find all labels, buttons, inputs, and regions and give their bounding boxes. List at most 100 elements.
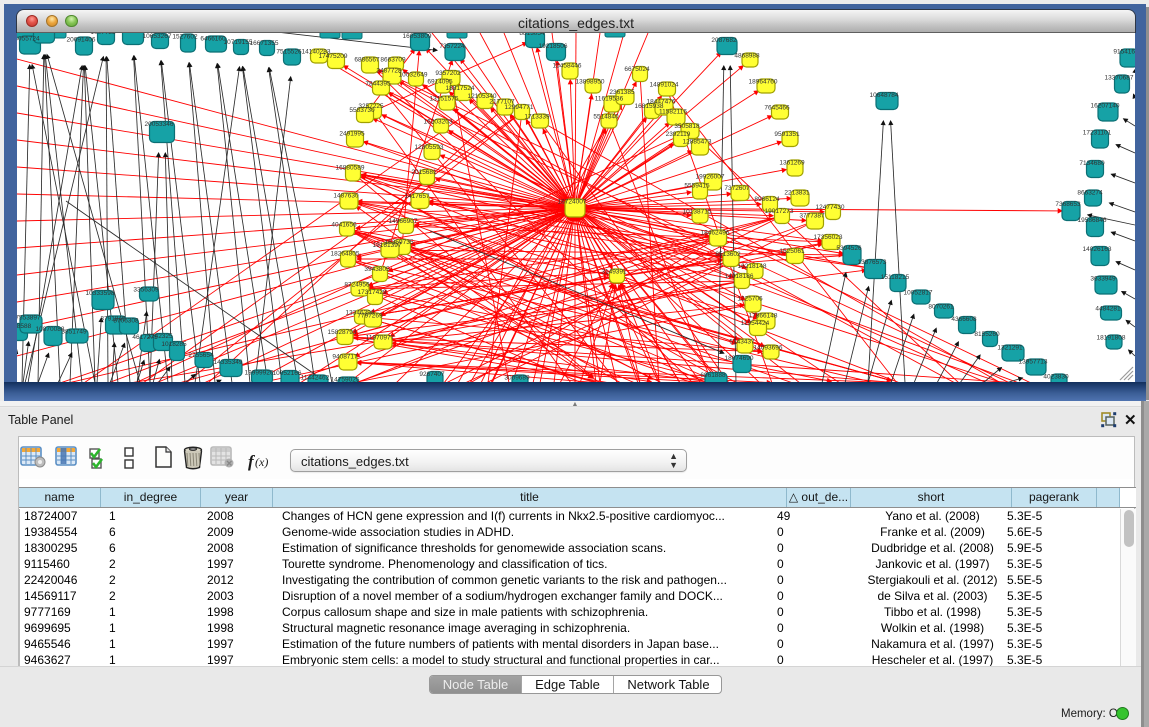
svg-text:18964760: 18964760: [749, 79, 778, 86]
svg-text:5559415: 5559415: [684, 183, 710, 190]
svg-text:17356023: 17356023: [814, 234, 843, 241]
svg-text:10719155: 10719155: [224, 39, 253, 46]
svg-text:7645466: 7645466: [764, 105, 790, 112]
svg-text:9591351: 9591351: [774, 131, 800, 138]
svg-text:6886567: 6886567: [354, 57, 380, 64]
svg-text:15118215: 15118215: [881, 274, 910, 281]
svg-text:2380557: 2380557: [28, 33, 54, 34]
svg-text:11970977: 11970977: [366, 335, 395, 342]
svg-text:18074690: 18074690: [725, 355, 754, 362]
svg-text:14891024: 14891024: [650, 82, 679, 89]
svg-text:4041656: 4041656: [331, 222, 357, 229]
svg-text:19999920: 19999920: [245, 370, 274, 377]
svg-text:(x): (x): [255, 455, 268, 469]
svg-text:9267407: 9267407: [419, 371, 445, 378]
svg-text:12994771: 12994771: [505, 104, 534, 111]
svg-text:7515526: 7515526: [276, 49, 302, 56]
svg-text:1527602: 1527602: [172, 34, 198, 41]
svg-text:2361385: 2361385: [609, 89, 635, 96]
svg-text:13370687: 13370687: [1105, 75, 1134, 82]
svg-text:18447476: 18447476: [647, 99, 676, 106]
svg-text:17475209: 17475209: [319, 53, 348, 60]
svg-text:5394526: 5394526: [836, 245, 862, 252]
svg-text:10138715: 10138715: [683, 209, 712, 216]
svg-text:11619536: 11619536: [595, 96, 624, 103]
svg-text:15828793: 15828793: [328, 329, 357, 336]
svg-text:3356309: 3356309: [133, 287, 159, 294]
svg-text:17866148: 17866148: [749, 313, 778, 320]
svg-text:5583730: 5583730: [349, 107, 375, 114]
svg-text:19926007: 19926007: [696, 174, 725, 181]
svg-text:2015681: 2015681: [411, 169, 437, 176]
svg-text:6961888: 6961888: [700, 372, 726, 379]
svg-text:20691406: 20691406: [67, 37, 96, 44]
svg-text:3009689: 3009689: [504, 375, 530, 382]
svg-text:17231101: 17231101: [1083, 130, 1112, 137]
svg-text:3633949: 3633949: [1090, 276, 1116, 283]
svg-text:10648784: 10648784: [870, 92, 899, 99]
svg-text:3943805: 3943805: [364, 266, 390, 273]
svg-text:1321291: 1321291: [997, 345, 1023, 352]
svg-text:14335349: 14335349: [214, 359, 243, 366]
svg-text:7357224: 7357224: [439, 43, 465, 50]
svg-text:2755654: 2755654: [188, 352, 214, 359]
svg-text:8966124: 8966124: [754, 196, 780, 203]
svg-text:2087682: 2087682: [711, 37, 737, 44]
svg-text:7553897: 7553897: [17, 315, 41, 322]
svg-text:8663709: 8663709: [380, 57, 406, 64]
svg-text:8070261: 8070261: [928, 304, 954, 311]
svg-text:7372607: 7372607: [724, 185, 750, 192]
svg-text:9357202: 9357202: [435, 70, 461, 77]
svg-text:11948588: 11948588: [17, 323, 32, 330]
svg-text:14018186: 14018186: [725, 273, 754, 280]
svg-text:19586846: 19586846: [1078, 217, 1107, 224]
svg-text:7797269: 7797269: [357, 313, 383, 320]
svg-text:16671355: 16671355: [250, 40, 279, 47]
svg-text:16880589: 16880589: [336, 165, 365, 172]
svg-text:19017273: 19017273: [765, 208, 794, 215]
svg-text:11442462: 11442462: [301, 375, 330, 382]
svg-text:1225706: 1225706: [737, 296, 763, 303]
svg-text:3149391: 3149391: [601, 269, 627, 276]
svg-text:12885473: 12885473: [683, 139, 712, 146]
svg-text:10052166: 10052166: [273, 370, 302, 377]
svg-text:10653267: 10653267: [143, 33, 172, 40]
svg-text:1361269: 1361269: [779, 160, 805, 167]
svg-text:17317429: 17317429: [358, 289, 387, 296]
svg-text:15458446: 15458446: [553, 63, 582, 70]
svg-text:3505818: 3505818: [674, 123, 700, 130]
svg-text:1713339: 1713339: [524, 114, 550, 121]
svg-text:20053346: 20053346: [145, 121, 174, 128]
svg-text:3242325: 3242325: [147, 333, 173, 340]
svg-text:10333598: 10333598: [86, 290, 115, 297]
svg-text:16203203: 16203203: [424, 119, 453, 126]
svg-text:14759025: 14759025: [331, 377, 360, 383]
svg-text:14966907: 14966907: [389, 218, 418, 225]
svg-text:4023830: 4023830: [1043, 374, 1069, 381]
svg-text:6675024: 6675024: [624, 66, 650, 73]
svg-text:2392119: 2392119: [666, 131, 691, 138]
svg-text:14093696: 14093696: [754, 345, 783, 352]
svg-text:19218506: 19218506: [539, 43, 568, 50]
svg-text:18264805: 18264805: [331, 251, 360, 258]
svg-text:4484281: 4484281: [1095, 306, 1121, 313]
svg-text:4868988: 4868988: [734, 53, 760, 60]
svg-text:9154160: 9154160: [1113, 49, 1135, 56]
svg-text:1018285: 1018285: [161, 341, 187, 348]
svg-text:1487630: 1487630: [333, 193, 359, 200]
svg-text:8513602: 8513602: [715, 251, 741, 258]
svg-text:3851749: 3851749: [61, 329, 87, 336]
svg-text:7134680: 7134680: [1079, 160, 1105, 167]
svg-text:8663274: 8663274: [1077, 190, 1103, 197]
svg-text:8724956: 8724956: [344, 282, 370, 289]
svg-text:7844395: 7844395: [365, 81, 391, 88]
svg-text:1007733: 1007733: [90, 33, 116, 36]
svg-text:3777387: 3777387: [799, 213, 825, 220]
svg-text:18817524: 18817524: [446, 85, 475, 92]
svg-text:4366608: 4366608: [951, 316, 977, 323]
svg-text:18724007: 18724007: [558, 199, 587, 206]
svg-text:19161397: 19161397: [373, 242, 402, 249]
svg-text:1417657: 1417657: [404, 193, 430, 200]
svg-text:8706308: 8706308: [113, 318, 139, 325]
svg-text:13957713: 13957713: [1019, 359, 1048, 366]
